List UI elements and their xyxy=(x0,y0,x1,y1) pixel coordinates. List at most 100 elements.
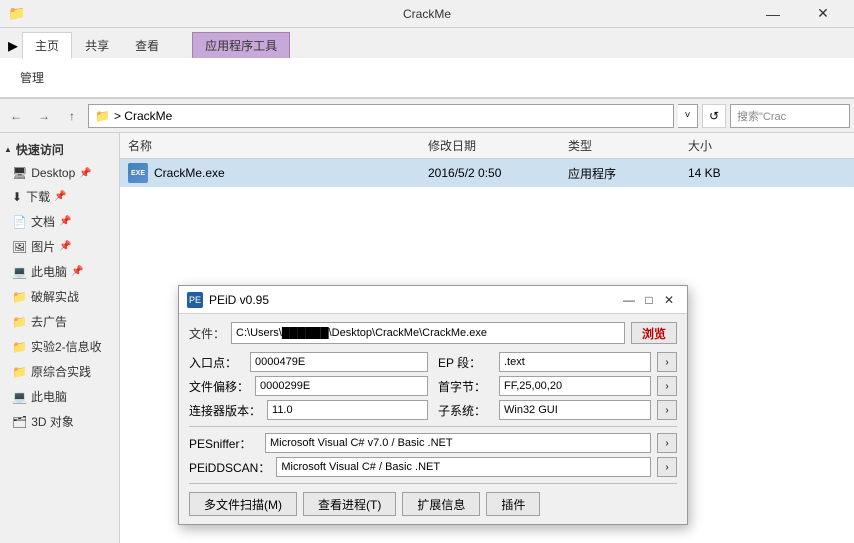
file-offset-label: 文件偏移： xyxy=(189,378,249,395)
folder-icon-2: 📁 xyxy=(12,290,27,304)
peiddscan-label: PEiDDSCAN： xyxy=(189,459,270,476)
sidebar-item-downloads[interactable]: ⬇ 下载 📌 xyxy=(0,184,119,209)
folder-icon: 📁 xyxy=(95,109,110,123)
ribbon-tab-bar: ▸ 主页 共享 查看 应用程序工具 xyxy=(0,28,854,58)
pin-icon-3: 📌 xyxy=(59,216,71,227)
peid-browse-button[interactable]: 浏览 xyxy=(631,322,677,344)
plugins-button[interactable]: 插件 xyxy=(486,492,540,516)
pesniffer-input[interactable] xyxy=(265,433,651,453)
sidebar-section-quickaccess[interactable]: 快速访问 xyxy=(0,137,119,162)
refresh-button[interactable]: ↺ xyxy=(702,104,726,128)
peid-minimize-button[interactable]: — xyxy=(619,290,639,310)
view-process-button[interactable]: 查看进程(T) xyxy=(303,492,396,516)
col-date-header[interactable]: 修改日期 xyxy=(428,137,568,154)
exe-icon: EXE xyxy=(128,163,148,183)
peid-maximize-button[interactable]: □ xyxy=(639,290,659,310)
sidebar-item-original[interactable]: 📁 原综合实践 xyxy=(0,359,119,384)
file-type: 应用程序 xyxy=(568,165,688,182)
subsystem-label: 子系统： xyxy=(438,402,493,419)
subsystem-input[interactable] xyxy=(499,400,651,420)
app-icon: 📁 xyxy=(8,5,25,22)
extended-info-button[interactable]: 扩展信息 xyxy=(402,492,480,516)
ep-section-arrow-button[interactable]: › xyxy=(657,352,677,372)
file-offset-row: 文件偏移： xyxy=(189,376,428,396)
sidebar-item-thispc[interactable]: 💻 此电脑 📌 xyxy=(0,259,119,284)
pin-icon-4: 📌 xyxy=(59,241,71,252)
col-size-header[interactable]: 大小 xyxy=(688,137,768,154)
table-row[interactable]: EXE CrackMe.exe 2016/5/2 0:50 应用程序 14 KB xyxy=(120,159,854,187)
tab-view[interactable]: 查看 xyxy=(122,32,172,58)
col-name-header[interactable]: 名称 xyxy=(128,137,428,154)
tab-share[interactable]: 共享 xyxy=(72,32,122,58)
ep-section-input[interactable] xyxy=(499,352,651,372)
peid-file-label: 文件： xyxy=(189,325,225,342)
peid-title: PEiD v0.95 xyxy=(209,293,619,307)
folder-icon-4: 📁 xyxy=(12,340,27,354)
manage-button[interactable]: 管理 xyxy=(8,65,56,90)
linker-label: 连接器版本： xyxy=(189,402,261,419)
pin-icon-5: 📌 xyxy=(71,266,83,277)
file-offset-input[interactable] xyxy=(255,376,428,396)
peid-close-button[interactable]: ✕ xyxy=(659,290,679,310)
sidebar-item-crack[interactable]: 📁 破解实战 xyxy=(0,284,119,309)
peiddscan-row: PEiDDSCAN： › xyxy=(189,457,677,477)
ribbon-content: 管理 xyxy=(0,58,854,98)
search-box[interactable]: 搜索"Crac xyxy=(730,104,850,128)
up-button[interactable]: ↑ xyxy=(60,104,84,128)
tab-app-tools[interactable]: 应用程序工具 xyxy=(192,32,290,58)
docs-icon: 📄 xyxy=(12,215,27,229)
peid-file-input[interactable] xyxy=(231,322,625,344)
column-headers: 名称 修改日期 类型 大小 xyxy=(120,133,854,159)
pesniffer-row: PESniffer： › xyxy=(189,433,677,453)
peid-dialog: PE PEiD v0.95 — □ ✕ 文件： 浏览 入口点： EP 段： › xyxy=(178,285,688,525)
address-chevron[interactable]: ˅ xyxy=(678,104,698,128)
sidebar-item-thispc2[interactable]: 💻 此电脑 xyxy=(0,384,119,409)
pc-icon: 💻 xyxy=(12,265,27,279)
sidebar-item-lab2[interactable]: 📁 实验2-信息收 xyxy=(0,334,119,359)
separator-1 xyxy=(189,426,677,427)
file-size: 14 KB xyxy=(688,166,768,180)
pc-icon-2: 💻 xyxy=(12,390,27,404)
first-byte-arrow-button[interactable]: › xyxy=(657,376,677,396)
separator-2 xyxy=(189,483,677,484)
forward-button[interactable]: → xyxy=(32,104,56,128)
pics-icon: 🖼 xyxy=(12,240,27,254)
sidebar-item-desktop[interactable]: 🖥 Desktop 📌 xyxy=(0,162,119,184)
entry-point-input[interactable] xyxy=(250,352,428,372)
minimize-button[interactable]: — xyxy=(750,0,796,28)
sidebar-item-documents[interactable]: 📄 文档 📌 xyxy=(0,209,119,234)
tab-home[interactable]: 主页 xyxy=(22,32,72,59)
folder-icon-5: 📁 xyxy=(12,365,27,379)
first-byte-row: 首字节： › xyxy=(438,376,677,396)
file-name: CrackMe.exe xyxy=(154,166,225,180)
ep-section-label: EP 段： xyxy=(438,354,493,371)
address-input[interactable]: 📁 > CrackMe xyxy=(88,104,674,128)
app-menu-button[interactable]: ▸ xyxy=(4,33,22,58)
pesniffer-arrow-button[interactable]: › xyxy=(657,433,677,453)
peid-body: 文件： 浏览 入口点： EP 段： › 文件偏移： 首 xyxy=(179,314,687,524)
sidebar-item-pictures[interactable]: 🖼 图片 📌 xyxy=(0,234,119,259)
file-date: 2016/5/2 0:50 xyxy=(428,166,568,180)
window-title: CrackMe xyxy=(403,7,451,21)
search-placeholder: 搜索"Crac xyxy=(737,108,786,124)
file-name-cell: EXE CrackMe.exe xyxy=(128,163,428,183)
peid-title-bar: PE PEiD v0.95 — □ ✕ xyxy=(179,286,687,314)
multi-scan-button[interactable]: 多文件扫描(M) xyxy=(189,492,297,516)
peid-bottom-buttons: 多文件扫描(M) 查看进程(T) 扩展信息 插件 xyxy=(189,492,677,516)
first-byte-input[interactable] xyxy=(499,376,651,396)
peiddscan-input[interactable] xyxy=(276,457,651,477)
address-text: > CrackMe xyxy=(114,109,172,123)
peid-file-row: 文件： 浏览 xyxy=(189,322,677,344)
sidebar-item-adblock[interactable]: 📁 去广告 xyxy=(0,309,119,334)
linker-input[interactable] xyxy=(267,400,428,420)
subsystem-arrow-button[interactable]: › xyxy=(657,400,677,420)
back-button[interactable]: ← xyxy=(4,104,28,128)
sidebar-item-3d[interactable]: 🗂 3D 对象 xyxy=(0,409,119,434)
first-byte-label: 首字节： xyxy=(438,378,493,395)
entry-point-label: 入口点： xyxy=(189,354,244,371)
entry-point-row: 入口点： xyxy=(189,352,428,372)
peiddscan-arrow-button[interactable]: › xyxy=(657,457,677,477)
pesniffer-label: PESniffer： xyxy=(189,435,259,452)
col-type-header[interactable]: 类型 xyxy=(568,137,688,154)
close-button[interactable]: ✕ xyxy=(800,0,846,28)
